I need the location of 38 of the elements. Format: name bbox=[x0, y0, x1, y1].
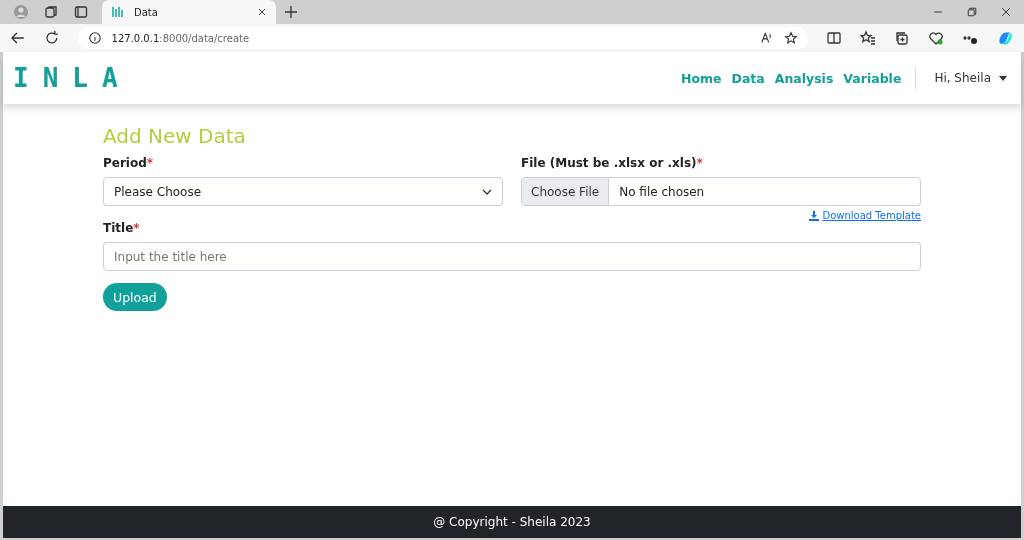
nav-link[interactable]: Variable bbox=[843, 70, 902, 86]
footer-text: @ Copyright - Sheila 2023 bbox=[3, 506, 1021, 538]
caret-icon[interactable] bbox=[999, 75, 1007, 81]
nav-link[interactable]: Data bbox=[731, 70, 765, 86]
download-template-link[interactable]: Download Template bbox=[809, 210, 921, 221]
logo[interactable]: INLA bbox=[13, 63, 132, 93]
restore-icon[interactable] bbox=[966, 6, 978, 18]
user-menu[interactable]: Hi, Sheila bbox=[934, 71, 1007, 85]
field-label: Title* bbox=[103, 221, 141, 235]
choose-file-button[interactable]: Choose File bbox=[522, 178, 610, 205]
workspaces-icon[interactable] bbox=[43, 4, 59, 20]
info-icon bbox=[87, 31, 102, 45]
nav-link[interactable]: Analysis bbox=[774, 70, 834, 86]
chart-icon bbox=[110, 4, 126, 20]
reload-icon[interactable] bbox=[43, 30, 60, 46]
collections-icon[interactable] bbox=[894, 30, 910, 46]
favorites-icon[interactable] bbox=[860, 30, 876, 46]
back-icon[interactable] bbox=[10, 30, 26, 46]
title-field[interactable]: Input the title here bbox=[103, 242, 921, 271]
split-screen-icon[interactable] bbox=[826, 30, 842, 46]
nav-link[interactable]: Home bbox=[680, 70, 722, 86]
chevron-down-icon[interactable] bbox=[482, 188, 492, 195]
address-bar[interactable]: 127.0.0.1:8000/data/create bbox=[77, 27, 808, 49]
read-aloud-icon[interactable] bbox=[760, 31, 774, 45]
star-icon[interactable] bbox=[784, 31, 798, 45]
browser-tab[interactable]: Data bbox=[102, 0, 276, 24]
close-icon[interactable] bbox=[1000, 6, 1012, 18]
field-label: Period* bbox=[103, 156, 155, 170]
close-icon[interactable] bbox=[256, 6, 268, 18]
tab-actions-icon[interactable] bbox=[73, 4, 89, 20]
field-label: File (Must be .xlsx or .xls)* bbox=[521, 156, 704, 170]
page-heading: Add New Data bbox=[103, 124, 247, 148]
file-status: No file chosen bbox=[618, 184, 705, 199]
period-select[interactable]: Please Choose bbox=[103, 177, 503, 206]
file-field[interactable]: Choose File No file chosen bbox=[521, 177, 921, 206]
new-tab-icon[interactable] bbox=[283, 4, 299, 20]
upload-button[interactable]: Upload bbox=[103, 283, 167, 311]
download-icon[interactable] bbox=[809, 210, 820, 221]
